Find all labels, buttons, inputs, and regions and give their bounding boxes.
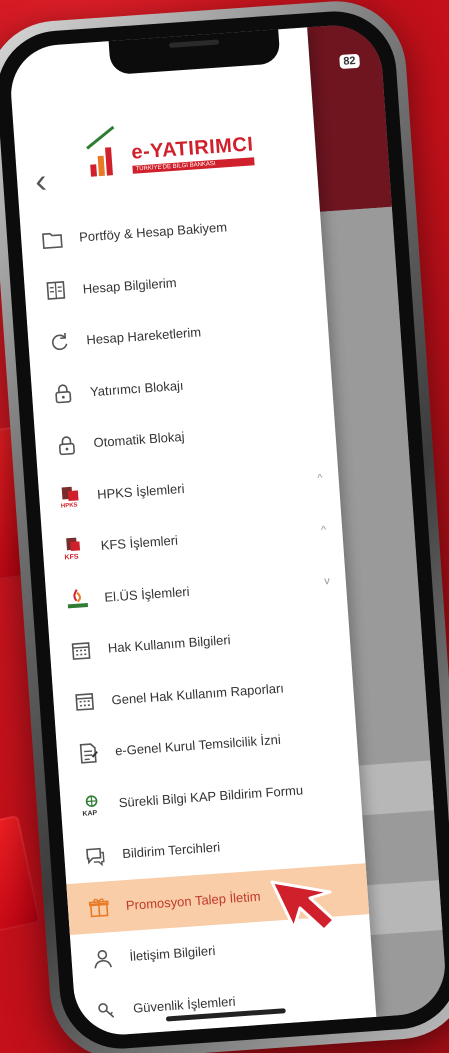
menu-item-label: İletişim Bilgileri bbox=[128, 943, 216, 965]
refresh-icon bbox=[46, 328, 74, 356]
chevron-down-icon[interactable]: v bbox=[324, 575, 330, 587]
menu-item-label: Promosyon Talep İletim bbox=[125, 888, 261, 913]
menu-item-label: El.ÜS İşlemleri bbox=[103, 583, 190, 605]
svg-text:KFS: KFS bbox=[64, 553, 79, 560]
lock-icon bbox=[53, 431, 81, 459]
menu-item-label: e-Genel Kurul Temsilcilik İzni bbox=[114, 732, 282, 759]
menu-item-label: KFS İşlemleri bbox=[100, 532, 179, 554]
chevron-up-icon[interactable]: ^ bbox=[317, 473, 323, 485]
menu-item-label: Genel Hak Kullanım Raporları bbox=[111, 680, 285, 708]
menu-item-label: Hesap Bilgilerim bbox=[82, 274, 178, 297]
logo-chart-icon bbox=[85, 125, 128, 181]
phone-screen: 82 ‹ e-YATIRIMCI TÜRKİYE'DE BİLGİ BANKAS… bbox=[7, 22, 449, 1038]
chat-icon bbox=[82, 842, 110, 870]
calendar-icon bbox=[67, 636, 95, 664]
menu-item-label: Portföy & Hesap Bakiyem bbox=[78, 219, 228, 245]
person-icon bbox=[89, 945, 117, 973]
hpks-icon: HPKS bbox=[56, 482, 84, 510]
folder-icon bbox=[38, 225, 66, 253]
phone-frame: 82 ‹ e-YATIRIMCI TÜRKİYE'DE BİLGİ BANKAS… bbox=[0, 0, 449, 1053]
menu-item-label: Otomatik Blokaj bbox=[93, 429, 185, 451]
status-bar: 82 bbox=[338, 53, 361, 70]
back-button[interactable]: ‹ bbox=[34, 162, 48, 201]
menu-item-label: Hak Kullanım Bilgileri bbox=[107, 632, 232, 656]
key-icon bbox=[92, 996, 120, 1024]
svg-text:HPKS: HPKS bbox=[61, 503, 78, 509]
kfs-icon: KFS bbox=[60, 534, 88, 562]
chevron-up-icon[interactable]: ^ bbox=[321, 524, 327, 536]
phone-mockup: 82 ‹ e-YATIRIMCI TÜRKİYE'DE BİLGİ BANKAS… bbox=[0, 0, 449, 1053]
menu-item-label: Bildirim Tercihleri bbox=[121, 839, 221, 862]
gift-icon bbox=[85, 893, 113, 921]
menu-item-label: HPKS İşlemleri bbox=[96, 480, 185, 502]
elus-icon bbox=[64, 585, 92, 613]
app-card-dimmed bbox=[359, 880, 443, 936]
app-logo: e-YATIRIMCI TÜRKİYE'DE BİLGİ BANKASI bbox=[85, 125, 256, 181]
pointer-arrow-icon bbox=[270, 880, 336, 932]
lock-icon bbox=[49, 380, 77, 408]
svg-text:KAP: KAP bbox=[82, 810, 98, 817]
app-card-dimmed bbox=[350, 760, 435, 816]
menu-item-label: Sürekli Bilgi KAP Bildirim Formu bbox=[118, 782, 304, 811]
battery-indicator: 82 bbox=[338, 53, 361, 70]
menu-item-label: Hesap Hareketlerim bbox=[85, 324, 202, 348]
menu-item-label: Yatırımcı Blokajı bbox=[89, 377, 184, 400]
calendar-icon bbox=[71, 688, 99, 716]
ledger-icon bbox=[42, 277, 70, 305]
document-icon bbox=[74, 739, 102, 767]
kap-icon: KAP bbox=[78, 791, 106, 819]
